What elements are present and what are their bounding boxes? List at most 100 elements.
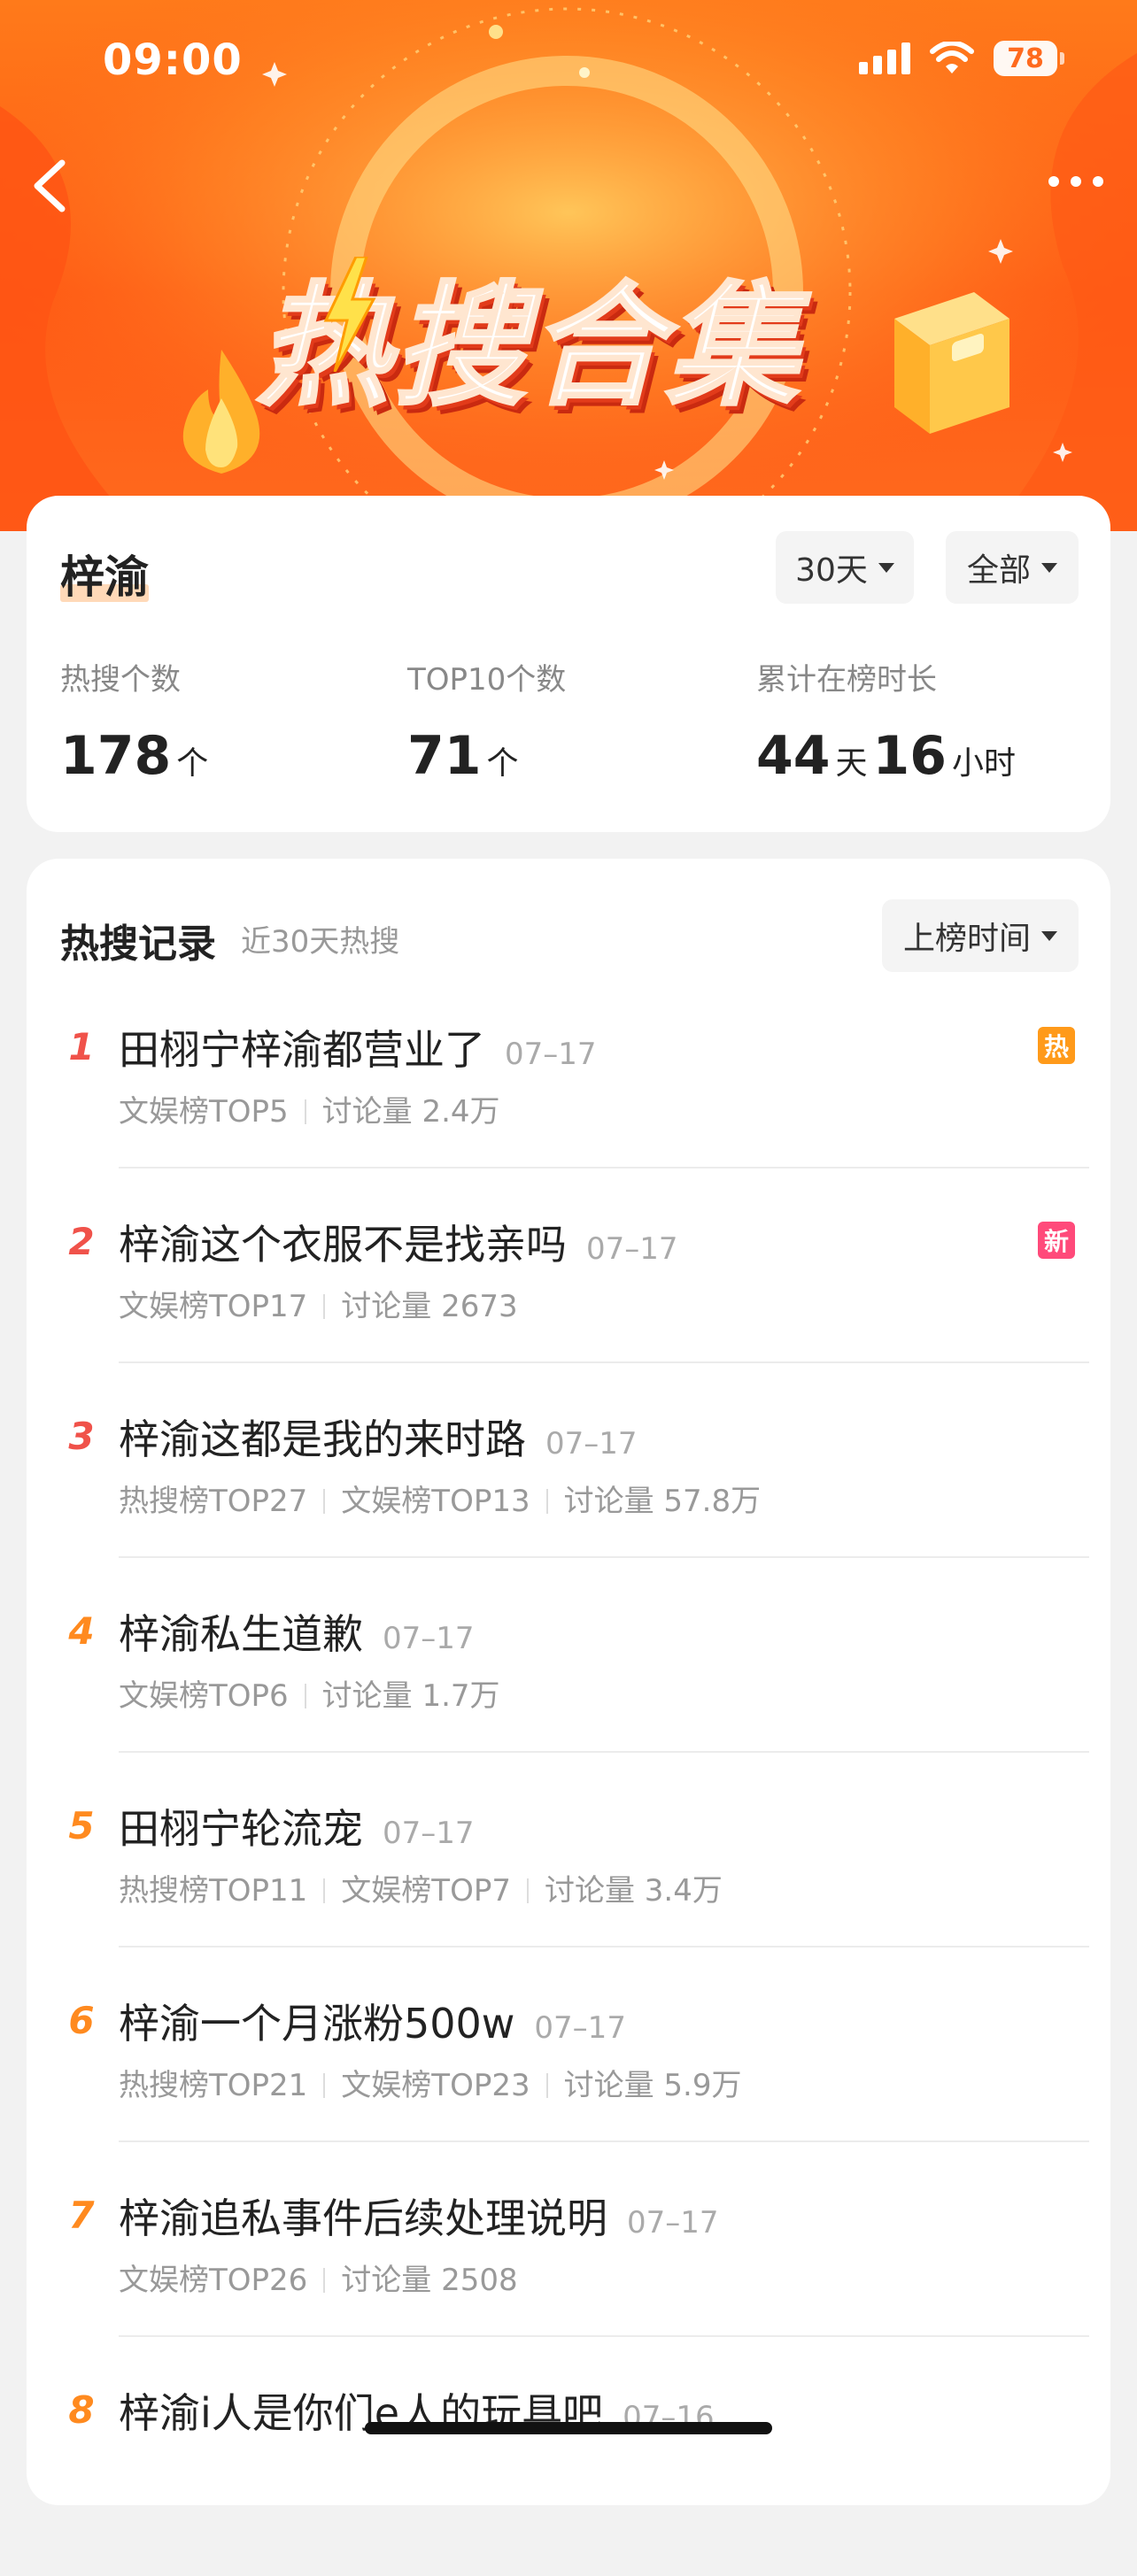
item-title-text: 田栩宁轮流宠 bbox=[119, 1805, 363, 1853]
stat-number: 178 bbox=[60, 725, 172, 787]
home-indicator[interactable] bbox=[365, 2422, 772, 2434]
stat-value: 71 个 bbox=[407, 725, 566, 787]
meta-separator bbox=[545, 1489, 548, 1514]
list-item[interactable]: 2 梓渝这个衣服不是找亲吗 07–17 文娱榜TOP17 讨论量 2673 新 bbox=[27, 1213, 1110, 1408]
status-icons: 78 bbox=[859, 41, 1064, 76]
days-filter-dropdown[interactable]: 30天 bbox=[776, 531, 914, 604]
stat-total-duration: 累计在榜时长 44 天 16 小时 bbox=[756, 655, 1021, 787]
row-divider bbox=[119, 1751, 1089, 1753]
more-options-button[interactable] bbox=[1045, 168, 1107, 195]
stat-value: 44 天 16 小时 bbox=[756, 725, 1021, 787]
meta-separator bbox=[323, 2268, 326, 2293]
item-title: 梓渝这都是我的来时路 07–17 bbox=[119, 1408, 638, 1466]
item-meta: 文娱榜TOP6 讨论量 1.7万 bbox=[119, 1671, 500, 1715]
row-divider bbox=[119, 1167, 1089, 1168]
stat-unit: 个 bbox=[486, 745, 519, 782]
meta-text: 文娱榜TOP23 bbox=[341, 2068, 530, 2103]
meta-text: 讨论量 57.8万 bbox=[563, 1484, 762, 1519]
days-filter-label: 30天 bbox=[795, 552, 868, 589]
archive-box-icon bbox=[894, 292, 1009, 434]
stat-number: 71 bbox=[407, 725, 482, 787]
meta-text: 热搜榜TOP11 bbox=[119, 1873, 308, 1909]
meta-text: 文娱榜TOP13 bbox=[341, 1484, 530, 1519]
item-title: 田栩宁轮流宠 07–17 bbox=[119, 1797, 475, 1855]
item-date: 07–17 bbox=[627, 2205, 719, 2241]
meta-text: 文娱榜TOP26 bbox=[119, 2263, 308, 2298]
item-meta: 文娱榜TOP5 讨论量 2.4万 bbox=[119, 1087, 500, 1130]
item-title: 田栩宁梓渝都营业了 07–17 bbox=[119, 1018, 597, 1076]
item-meta: 热搜榜TOP11 文娱榜TOP7 讨论量 3.4万 bbox=[119, 1866, 723, 1909]
stat-number: 16 bbox=[872, 725, 948, 787]
wifi-icon bbox=[930, 42, 974, 73]
rank-number: 7 bbox=[68, 2194, 95, 2237]
item-date: 07–17 bbox=[534, 2010, 626, 2046]
meta-text: 讨论量 1.7万 bbox=[321, 1678, 500, 1714]
stat-label: TOP10个数 bbox=[407, 662, 567, 698]
back-button[interactable] bbox=[23, 154, 76, 218]
list-item[interactable]: 4 梓渝私生道歉 07–17 文娱榜TOP6 讨论量 1.7万 bbox=[27, 1602, 1110, 1797]
meta-separator bbox=[304, 1099, 306, 1124]
item-title: 梓渝追私事件后续处理说明 07–17 bbox=[119, 2187, 719, 2245]
item-date: 07–17 bbox=[586, 1231, 678, 1267]
meta-text: 热搜榜TOP21 bbox=[119, 2068, 308, 2103]
sort-label: 上榜时间 bbox=[902, 921, 1031, 957]
stat-unit: 小时 bbox=[952, 745, 1017, 782]
list-item[interactable]: 3 梓渝这都是我的来时路 07–17 热搜榜TOP27 文娱榜TOP13 讨论量 57.8… bbox=[27, 1408, 1110, 1602]
records-subtitle: 近30天热搜 bbox=[241, 924, 400, 960]
rank-number: 8 bbox=[68, 2388, 95, 2432]
list-item[interactable]: 6 梓渝一个月涨粉500w 07–17 热搜榜TOP21 文娱榜TOP23 讨论量 5.9… bbox=[27, 1992, 1110, 2187]
row-divider bbox=[119, 2140, 1089, 2142]
meta-separator bbox=[323, 1878, 326, 1903]
new-badge: 新 bbox=[1038, 1222, 1075, 1259]
meta-separator bbox=[323, 2073, 326, 2098]
item-title-text: 梓渝这个衣服不是找亲吗 bbox=[119, 1221, 567, 1269]
rank-number: 6 bbox=[68, 1999, 95, 2042]
scope-filter-dropdown[interactable]: 全部 bbox=[946, 531, 1079, 604]
list-item[interactable]: 1 田栩宁梓渝都营业了 07–17 文娱榜TOP5 讨论量 2.4万 热 bbox=[27, 1018, 1110, 1213]
list-item[interactable]: 7 梓渝追私事件后续处理说明 07–17 文娱榜TOP26 讨论量 2508 bbox=[27, 2187, 1110, 2381]
rank-number: 5 bbox=[68, 1804, 95, 1847]
scope-filter-label: 全部 bbox=[966, 552, 1031, 589]
item-date: 07–17 bbox=[545, 1426, 638, 1462]
stat-label: 累计在榜时长 bbox=[756, 662, 937, 698]
meta-text: 讨论量 2673 bbox=[341, 1289, 518, 1324]
meta-separator bbox=[323, 1294, 326, 1319]
stat-unit: 天 bbox=[835, 745, 868, 782]
battery-indicator: 78 bbox=[994, 41, 1064, 76]
stat-unit: 个 bbox=[176, 745, 209, 782]
rank-number: 1 bbox=[68, 1025, 95, 1068]
meta-text: 热搜榜TOP27 bbox=[119, 1484, 308, 1519]
sort-dropdown[interactable]: 上榜时间 bbox=[882, 899, 1079, 972]
stat-hot-count: 热搜个数 178 个 bbox=[60, 655, 213, 787]
item-title-text: 梓渝一个月涨粉500w bbox=[119, 2000, 515, 2048]
meta-text: 文娱榜TOP6 bbox=[119, 1678, 289, 1714]
header-banner: 09:00 78 热搜合集 bbox=[0, 0, 1137, 531]
person-name: 梓渝 bbox=[60, 542, 149, 605]
meta-text: 文娱榜TOP5 bbox=[119, 1094, 289, 1130]
meta-separator bbox=[545, 2073, 548, 2098]
list-item[interactable]: 8 梓渝i人是你们e人的玩具吧 07–16 bbox=[27, 2381, 1110, 2576]
row-divider bbox=[119, 1556, 1089, 1558]
summary-card: 梓渝 30天 全部 热搜个数 178 个 TOP10个数 71 个 累计在榜时长 4… bbox=[27, 496, 1110, 832]
list-item[interactable]: 5 田栩宁轮流宠 07–17 热搜榜TOP11 文娱榜TOP7 讨论量 3.4万 bbox=[27, 1797, 1110, 1992]
item-date: 07–17 bbox=[383, 1816, 475, 1851]
meta-text: 讨论量 2508 bbox=[341, 2263, 518, 2298]
meta-text: 讨论量 3.4万 bbox=[544, 1873, 723, 1909]
item-title-text: 梓渝追私事件后续处理说明 bbox=[119, 2194, 607, 2242]
cellular-signal-icon bbox=[859, 42, 910, 74]
meta-text: 文娱榜TOP17 bbox=[119, 1289, 308, 1324]
stat-label: 热搜个数 bbox=[60, 662, 181, 698]
row-divider bbox=[119, 2335, 1089, 2337]
item-title: 梓渝一个月涨粉500w 07–17 bbox=[119, 1992, 626, 2050]
meta-separator bbox=[526, 1878, 529, 1903]
item-date: 07–17 bbox=[383, 1621, 475, 1656]
item-meta: 文娱榜TOP26 讨论量 2508 bbox=[119, 2256, 518, 2299]
rank-number: 3 bbox=[68, 1415, 95, 1458]
records-title: 热搜记录 bbox=[60, 922, 216, 967]
chevron-down-icon bbox=[878, 562, 894, 573]
item-title: 梓渝这个衣服不是找亲吗 07–17 bbox=[119, 1213, 678, 1271]
row-divider bbox=[119, 1946, 1089, 1947]
item-title-text: 田栩宁梓渝都营业了 bbox=[119, 1026, 485, 1074]
records-card: 热搜记录 近30天热搜 上榜时间 1 田栩宁梓渝都营业了 07–17 文娱榜TOP5 讨… bbox=[27, 859, 1110, 2505]
meta-separator bbox=[323, 1489, 326, 1514]
